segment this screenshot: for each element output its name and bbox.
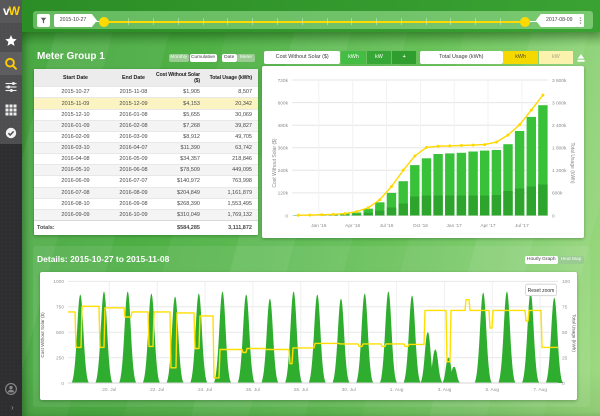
- svg-text:Jul '16: Jul '16: [380, 223, 394, 229]
- svg-text:Apr '17: Apr '17: [480, 223, 495, 229]
- svg-text:3 000k: 3 000k: [552, 100, 567, 106]
- svg-text:Oct '16: Oct '16: [413, 223, 428, 229]
- svg-text:30. Jul: 30. Jul: [342, 387, 356, 393]
- svg-text:3 600k: 3 600k: [552, 78, 567, 84]
- svg-text:75: 75: [562, 304, 568, 310]
- svg-text:Jan '16: Jan '16: [311, 223, 327, 229]
- svg-text:2 400k: 2 400k: [552, 123, 567, 129]
- svg-text:24. Jul: 24. Jul: [198, 387, 212, 393]
- svg-text:500: 500: [56, 330, 64, 336]
- svg-text:1. Aug: 1. Aug: [390, 387, 404, 393]
- svg-text:120k: 120k: [278, 191, 289, 197]
- svg-text:0: 0: [552, 213, 555, 219]
- svg-text:5. Aug: 5. Aug: [485, 387, 499, 393]
- svg-text:0: 0: [61, 380, 64, 386]
- svg-text:50: 50: [562, 330, 568, 336]
- svg-text:1000: 1000: [53, 279, 64, 285]
- svg-text:Total Usage (kWh): Total Usage (kWh): [569, 142, 575, 183]
- svg-text:25: 25: [562, 355, 568, 361]
- svg-text:1 800k: 1 800k: [552, 146, 567, 152]
- svg-text:22. Jul: 22. Jul: [150, 387, 164, 393]
- svg-text:28. Jul: 28. Jul: [294, 387, 308, 393]
- svg-text:360k: 360k: [278, 146, 289, 152]
- svg-text:Cost Without Solar ($): Cost Without Solar ($): [272, 138, 278, 188]
- svg-text:Jan '17: Jan '17: [447, 223, 463, 229]
- svg-text:100: 100: [562, 279, 570, 285]
- svg-text:480k: 480k: [278, 123, 289, 129]
- svg-text:Jul '17: Jul '17: [515, 223, 529, 229]
- svg-text:Reset zoom: Reset zoom: [528, 287, 555, 293]
- svg-text:3. Aug: 3. Aug: [438, 387, 452, 393]
- svg-text:0: 0: [285, 213, 288, 219]
- svg-text:20. Jul: 20. Jul: [102, 387, 116, 393]
- svg-text:600k: 600k: [552, 191, 563, 197]
- svg-text:0: 0: [562, 380, 565, 386]
- svg-text:720k: 720k: [278, 78, 289, 84]
- svg-text:250: 250: [56, 355, 64, 361]
- svg-text:1 200k: 1 200k: [552, 168, 567, 174]
- svg-text:Apr '16: Apr '16: [345, 223, 360, 229]
- svg-text:240k: 240k: [278, 168, 289, 174]
- svg-text:Total Usage (kWh): Total Usage (kWh): [572, 314, 577, 352]
- svg-text:750: 750: [56, 304, 64, 310]
- svg-text:7. Aug: 7. Aug: [533, 387, 547, 393]
- svg-text:Cost Without Solar ($): Cost Without Solar ($): [40, 311, 45, 357]
- svg-text:26. Jul: 26. Jul: [246, 387, 260, 393]
- svg-text:600k: 600k: [278, 100, 289, 106]
